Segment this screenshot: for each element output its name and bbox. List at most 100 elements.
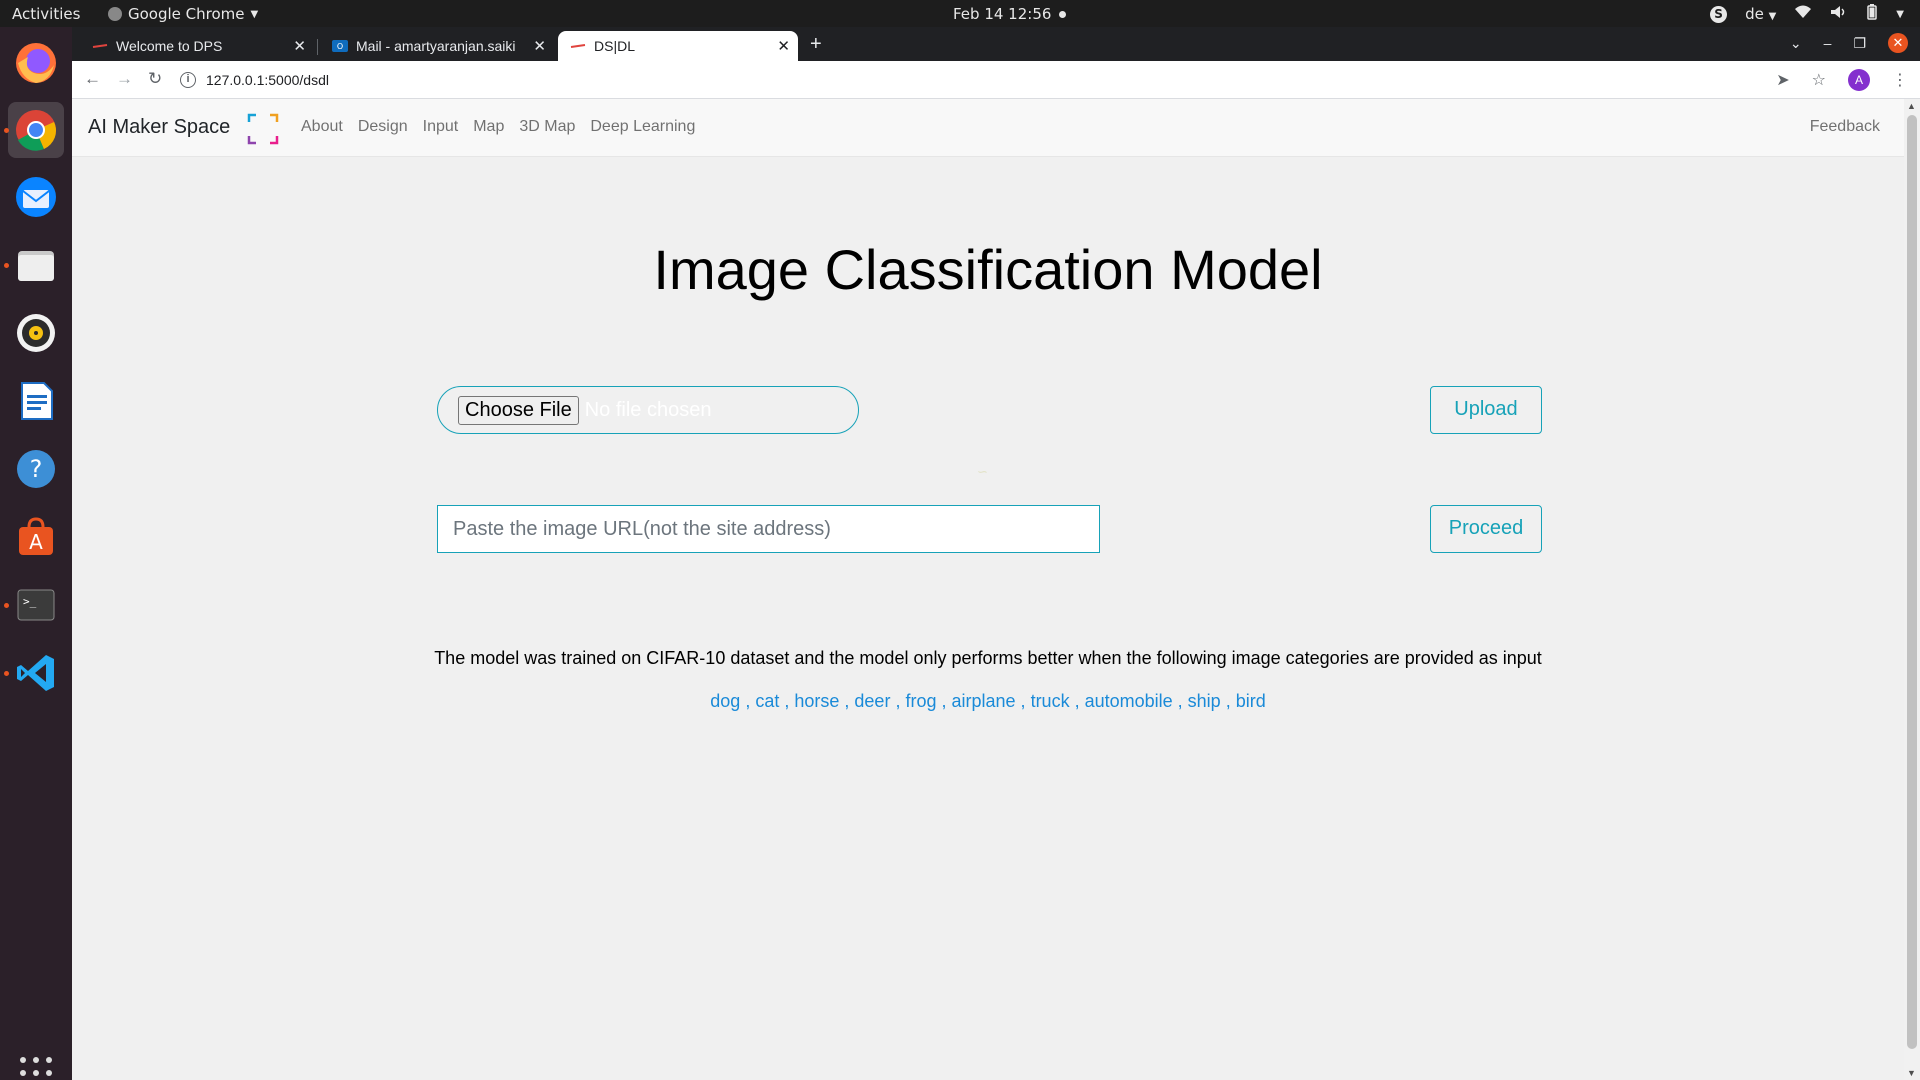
tab-dsdl[interactable]: DS|DL ✕ — [558, 31, 798, 61]
help-launcher[interactable]: ? — [8, 441, 64, 497]
bookmark-star-icon[interactable]: ☆ — [1812, 70, 1826, 90]
proceed-button[interactable]: Proceed — [1430, 505, 1542, 553]
tab-strip: Welcome to DPS ✕ O Mail - amartyaranjan.… — [72, 27, 1920, 61]
scrollbar-thumb[interactable] — [1907, 115, 1917, 1049]
terminal-launcher[interactable]: >_ — [8, 577, 64, 633]
writer-icon — [21, 382, 53, 420]
category-link[interactable]: automobile — [1085, 691, 1173, 711]
site-navbar: AI Maker Space About Design Input Map 3D… — [72, 99, 1904, 157]
reload-icon[interactable]: ↻ — [148, 69, 162, 89]
category-link[interactable]: deer — [854, 691, 890, 711]
kebab-menu-icon[interactable]: ⋮ — [1892, 70, 1908, 90]
software-center-launcher[interactable]: A — [8, 509, 64, 565]
volume-icon — [1830, 5, 1848, 23]
category-link[interactable]: frog — [905, 691, 936, 711]
nav-link-feedback[interactable]: Feedback — [1810, 118, 1880, 136]
firefox-launcher[interactable] — [8, 35, 64, 91]
nav-link-about[interactable]: About — [301, 118, 343, 136]
category-link[interactable]: truck — [1031, 691, 1070, 711]
image-url-input[interactable] — [437, 505, 1100, 553]
thunderbird-launcher[interactable] — [8, 169, 64, 225]
running-indicator — [4, 128, 9, 133]
nav-links: About Design Input Map 3D Map Deep Learn… — [301, 118, 695, 136]
page-title: Image Classification Model — [653, 238, 1323, 301]
profile-avatar[interactable]: A — [1848, 69, 1870, 91]
svg-text:A: A — [29, 530, 43, 554]
caret-down-icon: ▼ — [250, 8, 259, 20]
close-icon[interactable]: ✕ — [777, 37, 790, 55]
close-icon[interactable]: ✕ — [293, 37, 306, 55]
nav-link-deep-learning[interactable]: Deep Learning — [590, 118, 695, 136]
vscode-icon — [17, 655, 54, 691]
app-menu[interactable]: Google Chrome ▼ — [108, 5, 258, 23]
toolbar-actions: ➤ ☆ A ⋮ — [1776, 69, 1908, 91]
clock[interactable]: Feb 14 12:56 — [953, 5, 1067, 23]
chrome-launcher[interactable] — [8, 102, 64, 158]
system-tray[interactable]: S de ▼ ▼ — [1710, 4, 1904, 24]
url-text[interactable]: 127.0.0.1:5000/dsdl — [206, 72, 329, 88]
category-link[interactable]: airplane — [952, 691, 1016, 711]
browser-toolbar: ← → ↻ i 127.0.0.1:5000/dsdl ➤ ☆ A ⋮ — [72, 61, 1920, 99]
choose-file-button[interactable]: Choose File — [458, 395, 579, 425]
nav-link-design[interactable]: Design — [358, 118, 408, 136]
address-bar[interactable]: i 127.0.0.1:5000/dsdl — [180, 65, 1840, 95]
scroll-down-arrow-icon[interactable]: ▼ — [1907, 1068, 1916, 1078]
system-menu-caret-icon[interactable]: ▼ — [1896, 9, 1904, 20]
help-icon: ? — [17, 450, 55, 488]
chrome-small-icon — [108, 7, 122, 21]
rhythmbox-launcher[interactable] — [8, 305, 64, 361]
nav-link-map[interactable]: Map — [473, 118, 504, 136]
scroll-up-arrow-icon[interactable]: ▲ — [1907, 101, 1916, 111]
page-scrollbar[interactable]: ▲ ▼ — [1904, 99, 1920, 1080]
category-list: dog , cat , horse , deer , frog , airpla… — [710, 691, 1266, 711]
tab-search-chevron-icon[interactable]: ⌄ — [1790, 35, 1802, 52]
activities-button[interactable]: Activities — [12, 5, 80, 23]
show-apps-icon[interactable] — [20, 1057, 52, 1080]
tab-title: DS|DL — [594, 38, 635, 54]
writer-launcher[interactable] — [8, 373, 64, 429]
battery-icon — [1866, 4, 1878, 24]
gnome-top-bar: Activities Google Chrome ▼ Feb 14 12:56 … — [0, 0, 1920, 27]
web-page: AI Maker Space About Design Input Map 3D… — [72, 99, 1904, 1080]
category-link[interactable]: horse — [794, 691, 839, 711]
nav-link-3d-map[interactable]: 3D Map — [519, 118, 575, 136]
vscode-launcher[interactable] — [8, 645, 64, 701]
category-link[interactable]: ship — [1188, 691, 1221, 711]
tab-title: Mail - amartyaranjan.saiki — [356, 38, 516, 54]
close-icon[interactable]: ✕ — [533, 37, 546, 55]
firefox-icon — [16, 43, 56, 83]
file-status: No file chosen — [584, 398, 712, 421]
category-link[interactable]: cat — [755, 691, 779, 711]
brand-logo-icon — [247, 113, 279, 145]
faint-mark: ∽ — [977, 464, 988, 479]
red-line-favicon — [92, 44, 108, 48]
site-info-icon[interactable]: i — [180, 72, 196, 88]
files-launcher[interactable] — [8, 237, 64, 293]
nav-link-input[interactable]: Input — [423, 118, 459, 136]
clock-label: Feb 14 12:56 — [953, 5, 1052, 23]
category-link[interactable]: bird — [1236, 691, 1266, 711]
file-input-wrapper[interactable]: Choose File No file chosen — [437, 386, 859, 434]
keyboard-layout[interactable]: de ▼ — [1745, 5, 1776, 23]
upload-button[interactable]: Upload — [1430, 386, 1542, 434]
forward-arrow-icon[interactable]: → — [116, 69, 133, 89]
tab-mail[interactable]: O Mail - amartyaranjan.saiki ✕ — [320, 31, 554, 61]
running-indicator — [4, 263, 9, 268]
chrome-window: Welcome to DPS ✕ O Mail - amartyaranjan.… — [72, 27, 1920, 1080]
svg-text:?: ? — [30, 455, 43, 483]
wifi-icon — [1794, 5, 1812, 23]
window-close-icon[interactable]: ✕ — [1888, 33, 1908, 53]
site-brand[interactable]: AI Maker Space — [88, 116, 230, 139]
tab-title: Welcome to DPS — [116, 38, 223, 54]
notification-dot-icon — [1059, 10, 1067, 18]
minimize-icon[interactable]: – — [1824, 35, 1832, 51]
skype-icon[interactable]: S — [1710, 5, 1728, 23]
category-link[interactable]: dog — [710, 691, 740, 711]
send-tab-icon[interactable]: ➤ — [1776, 70, 1789, 90]
restore-icon[interactable]: ❐ — [1853, 35, 1866, 52]
software-center-icon: A — [19, 517, 53, 555]
tab-welcome-dps[interactable]: Welcome to DPS ✕ — [80, 31, 314, 61]
back-arrow-icon[interactable]: ← — [84, 69, 101, 89]
svg-text:>_: >_ — [23, 595, 37, 608]
new-tab-plus-icon[interactable]: + — [810, 33, 822, 56]
